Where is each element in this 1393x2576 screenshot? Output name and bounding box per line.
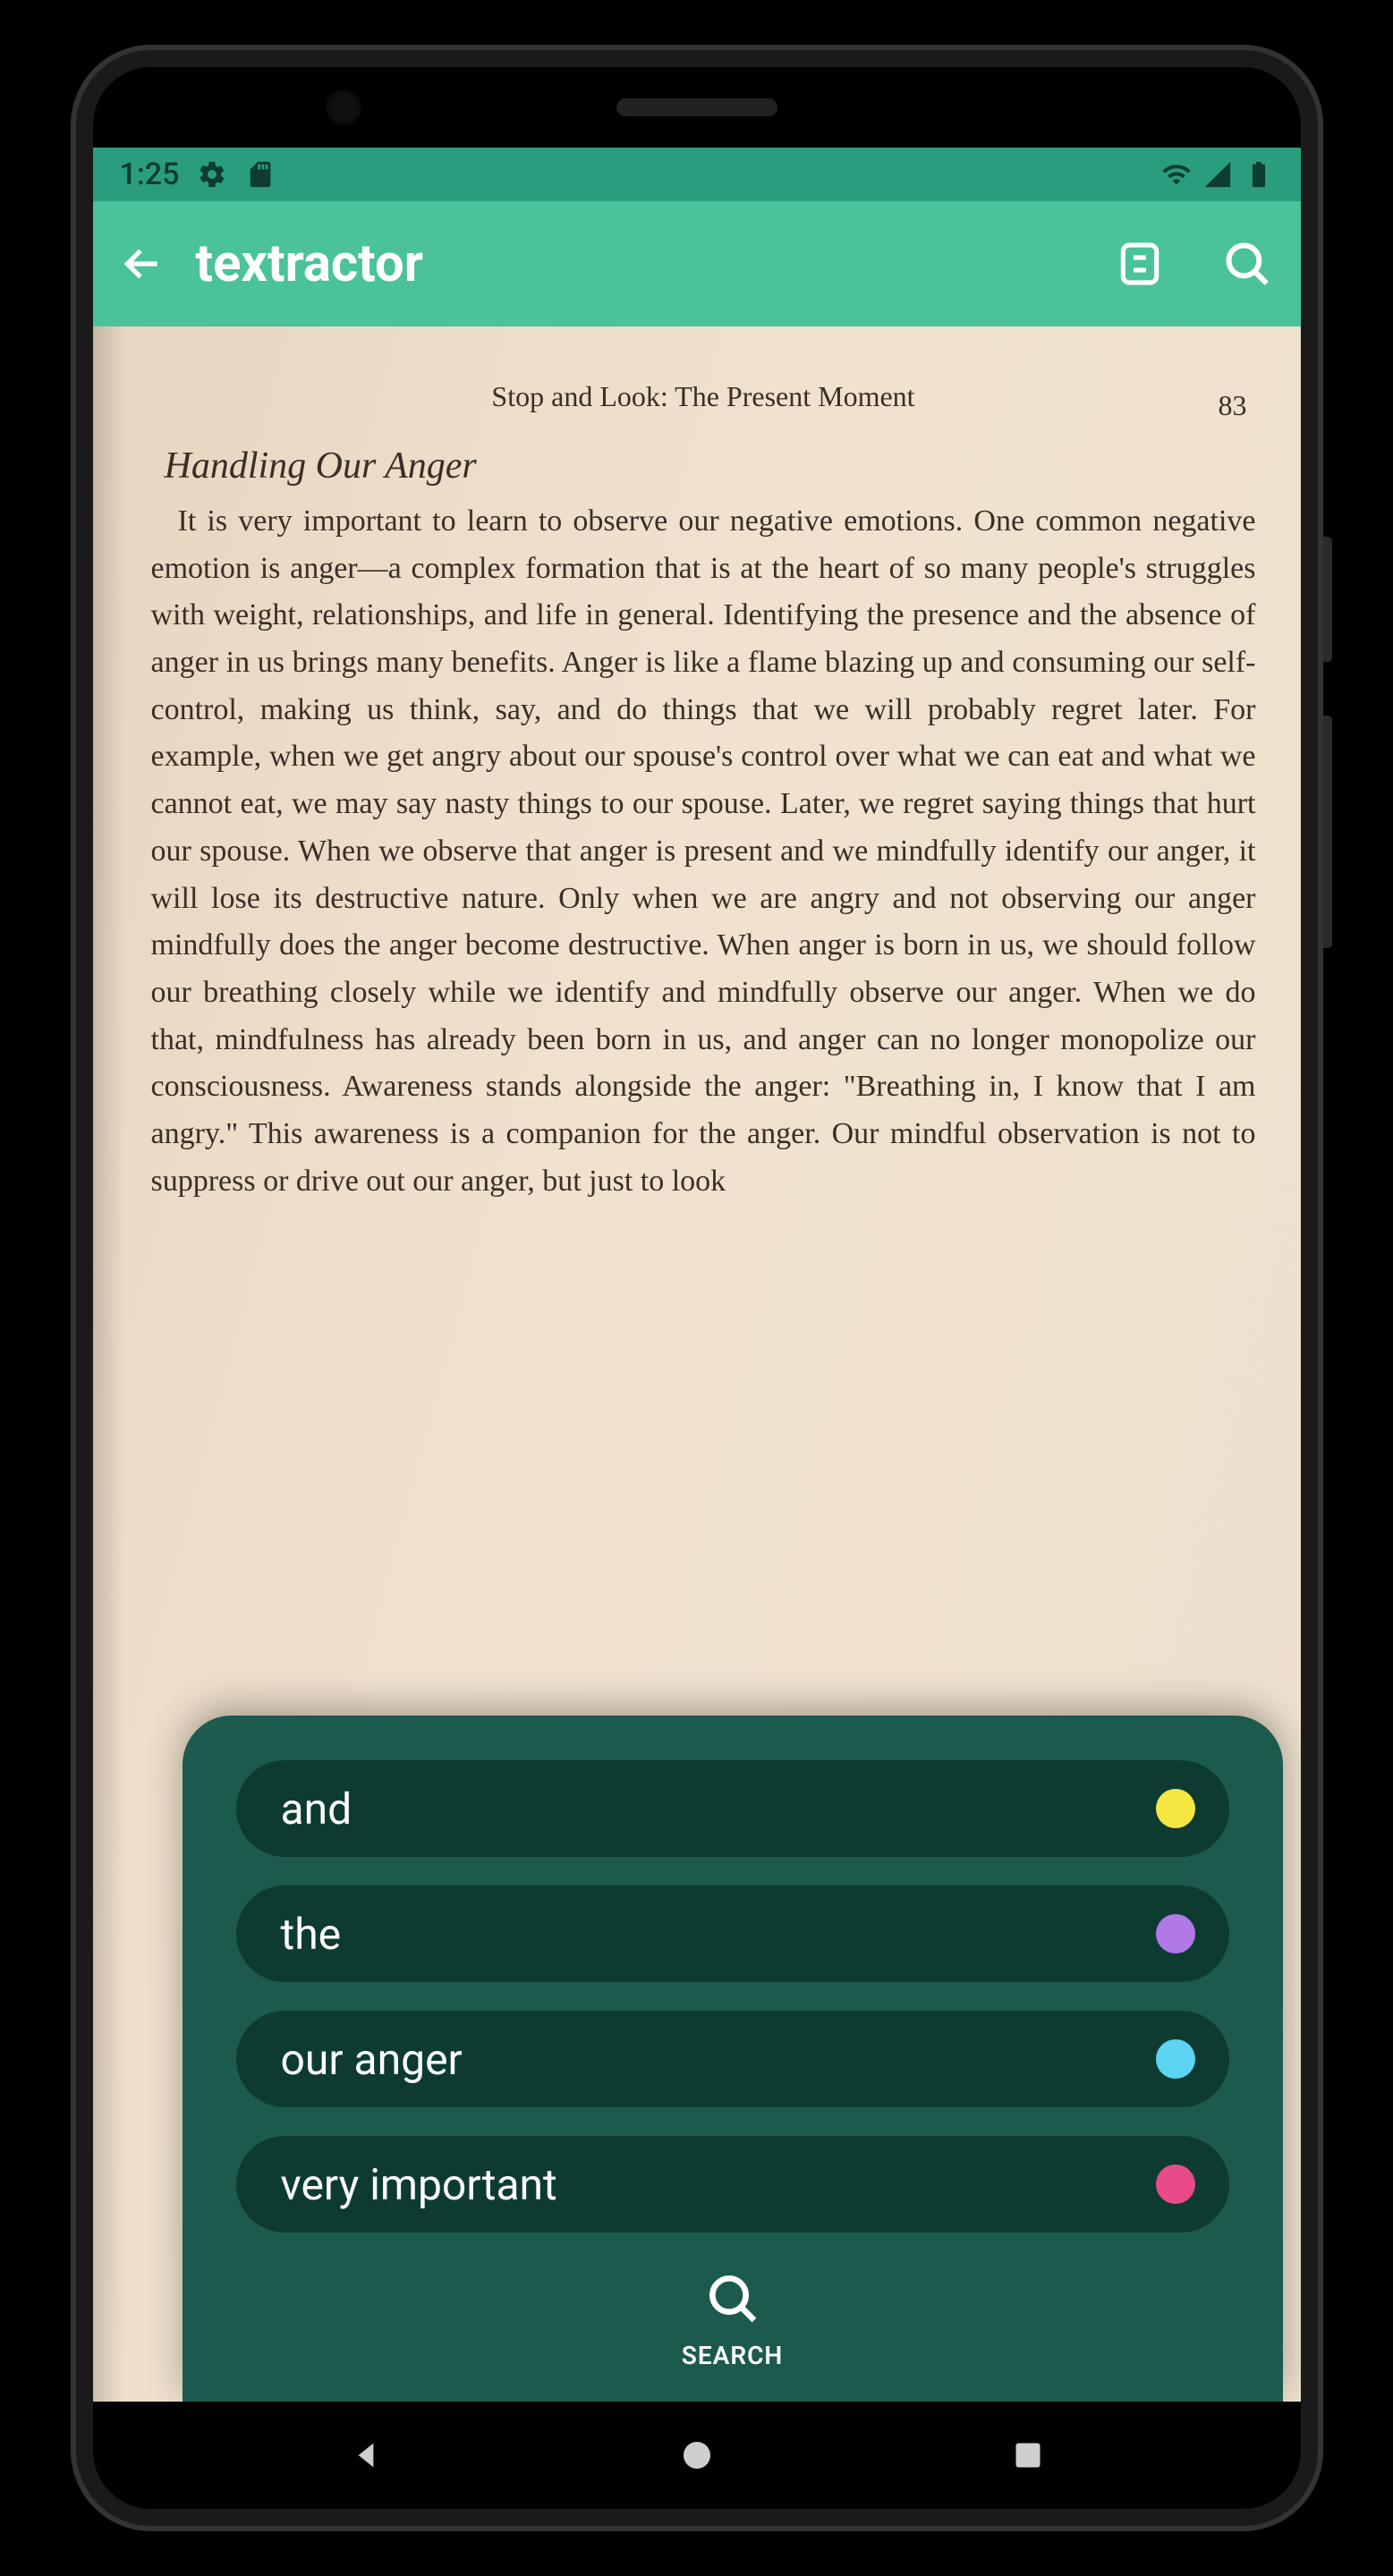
search-icon — [704, 2270, 761, 2327]
wifi-icon — [1161, 159, 1192, 190]
sensor — [379, 88, 399, 128]
back-button[interactable] — [115, 237, 169, 291]
document-icon — [1115, 239, 1165, 289]
signal-icon — [1202, 159, 1233, 190]
nav-back-button[interactable] — [339, 2428, 393, 2482]
battery-icon — [1244, 159, 1274, 190]
section-title: Handling Our Anger — [165, 445, 1256, 487]
search-term-label: very important — [281, 2159, 557, 2210]
arrow-left-icon — [120, 242, 165, 286]
color-dot-purple — [1156, 1914, 1195, 1953]
gear-icon — [197, 159, 227, 190]
nav-home-button[interactable] — [670, 2428, 724, 2482]
search-term-label: our anger — [281, 2034, 463, 2085]
front-camera — [326, 89, 361, 125]
speaker-grille — [616, 98, 777, 116]
search-term-pill[interactable]: our anger — [236, 2011, 1229, 2107]
page-number: 83 — [1219, 389, 1247, 422]
triangle-left-icon — [348, 2437, 384, 2473]
power-button[interactable] — [1323, 537, 1332, 662]
app-title: textractor — [196, 233, 1064, 294]
status-bar: 1:25 — [93, 148, 1301, 201]
volume-button[interactable] — [1323, 716, 1332, 948]
nav-recents-button[interactable] — [1001, 2428, 1055, 2482]
phone-frame: 1:25 textractor — [71, 45, 1323, 2531]
square-icon — [1012, 2439, 1044, 2471]
app-bar: textractor — [93, 201, 1301, 326]
search-term-label: the — [281, 1909, 342, 1960]
search-icon — [1221, 238, 1273, 290]
search-term-label: and — [281, 1784, 352, 1835]
search-action-button[interactable]: SEARCH — [236, 2270, 1229, 2370]
body-text: It is very important to learn to observe… — [151, 498, 1256, 1205]
status-time: 1:25 — [120, 157, 180, 192]
notch — [93, 67, 1301, 148]
navigation-bar — [93, 2402, 1301, 2509]
search-term-pill[interactable]: and — [236, 1760, 1229, 1857]
search-button[interactable] — [1216, 233, 1278, 295]
page-header-text: Stop and Look: The Present Moment — [491, 380, 914, 412]
color-dot-yellow — [1156, 1789, 1195, 1828]
search-action-label: SEARCH — [682, 2341, 784, 2370]
sd-card-icon — [245, 159, 276, 190]
circle-icon — [681, 2439, 713, 2471]
search-term-pill[interactable]: the — [236, 1885, 1229, 1982]
search-panel: and the our anger very important — [183, 1716, 1283, 2402]
extract-button[interactable] — [1108, 233, 1171, 295]
color-dot-pink — [1156, 2165, 1195, 2204]
phone-screen: 1:25 textractor — [93, 67, 1301, 2509]
content-area: Stop and Look: The Present Moment 83 Han… — [93, 326, 1301, 2402]
search-term-pill[interactable]: very important — [236, 2136, 1229, 2233]
color-dot-cyan — [1156, 2039, 1195, 2079]
